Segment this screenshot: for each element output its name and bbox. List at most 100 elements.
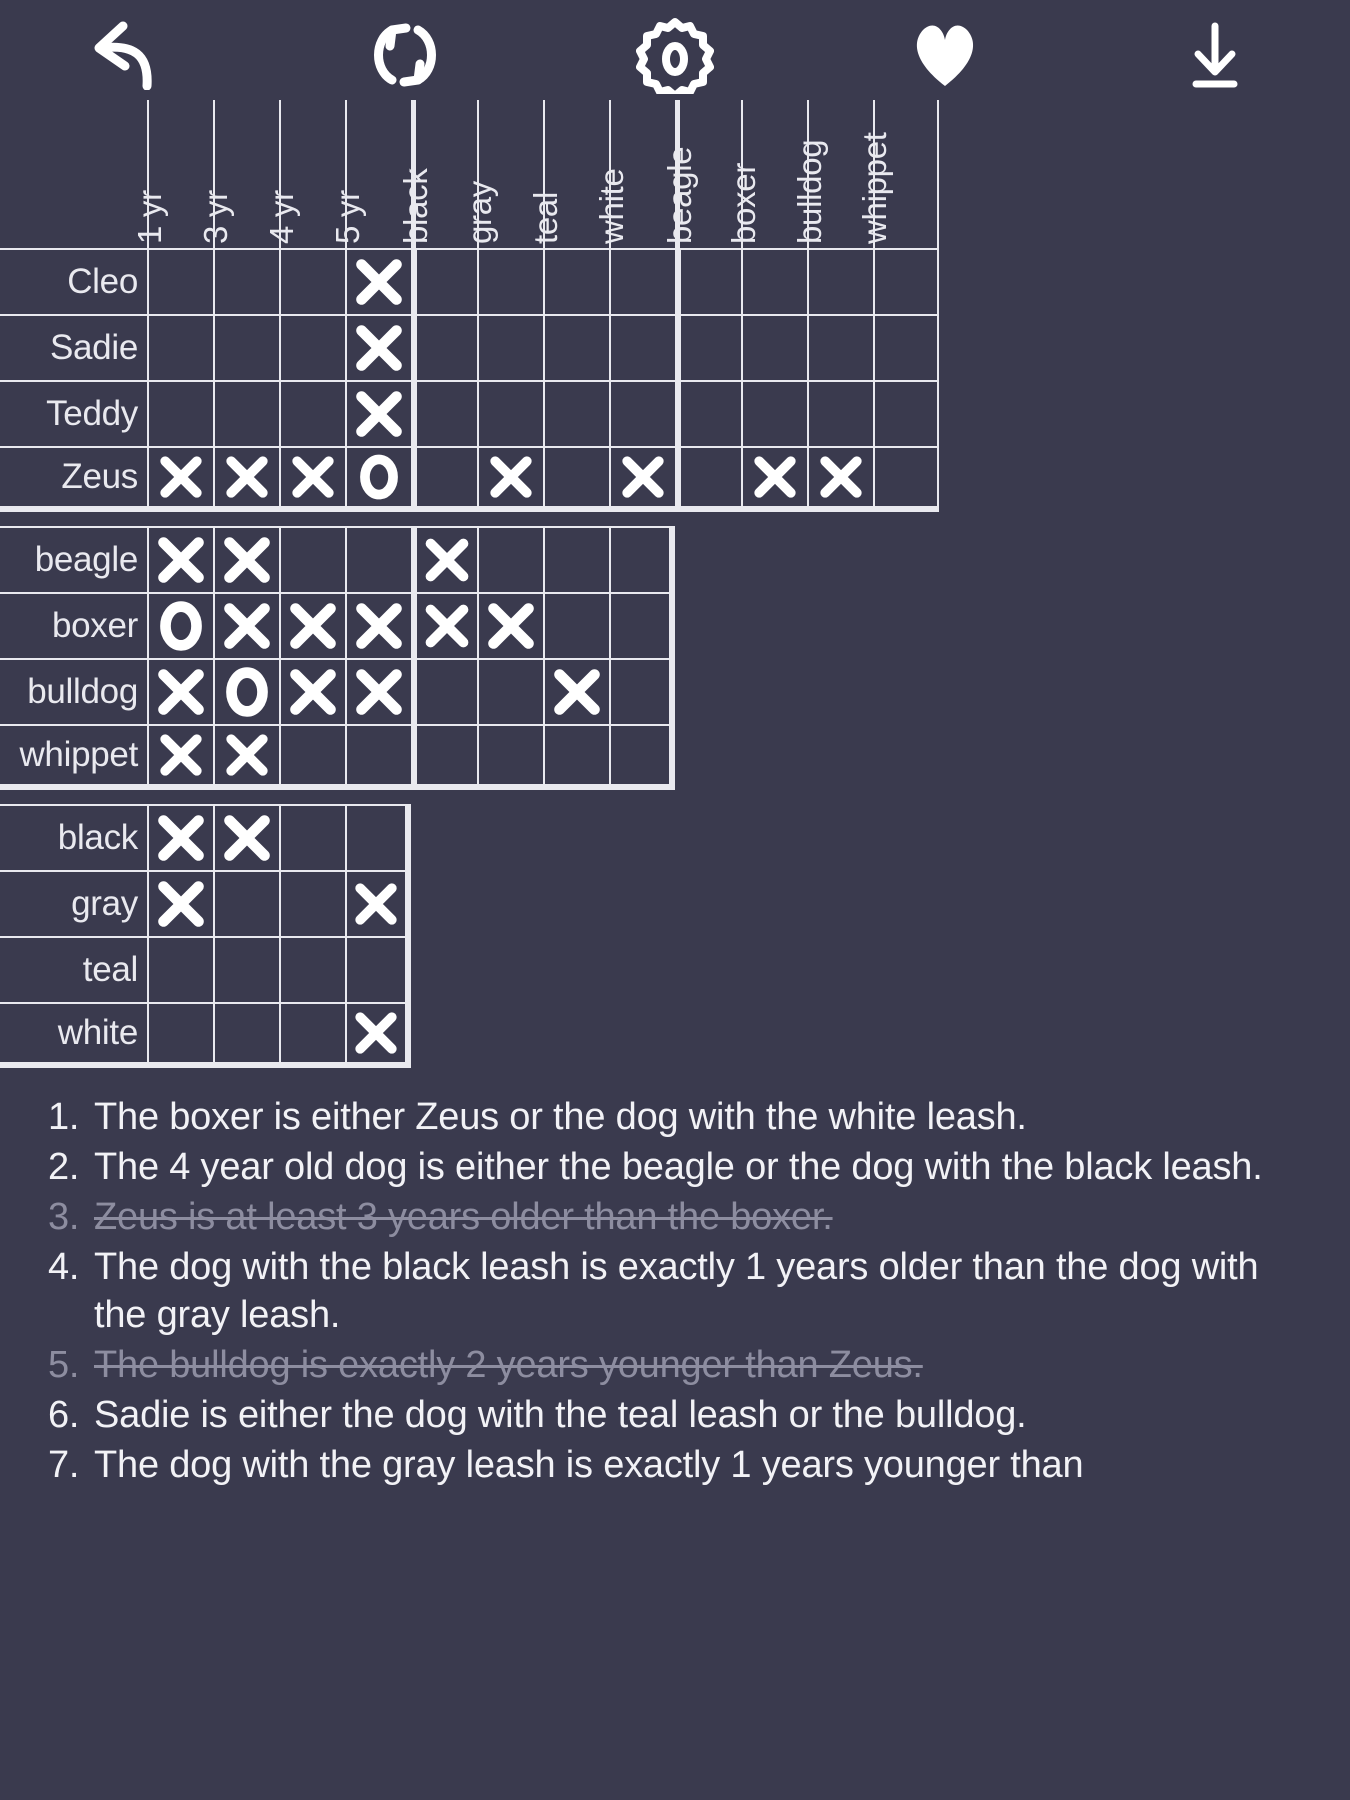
restart-button[interactable] — [270, 0, 540, 110]
cell-Zeus-teal[interactable] — [543, 446, 609, 512]
cell-Zeus-beagle[interactable] — [675, 446, 741, 512]
cell-teal-5 yr[interactable] — [345, 936, 411, 1002]
clue-item[interactable]: 6. Sadie is either the dog with the teal … — [48, 1391, 1318, 1439]
cell-Cleo-teal[interactable] — [543, 248, 609, 314]
cell-boxer-teal[interactable] — [543, 592, 609, 658]
cell-gray-1 yr[interactable] — [147, 870, 213, 936]
clue-item[interactable]: 7. The dog with the gray leash is exactly… — [48, 1441, 1318, 1489]
cell-Sadie-whippet[interactable] — [873, 314, 939, 380]
cell-boxer-1 yr[interactable] — [147, 592, 213, 658]
cell-teal-4 yr[interactable] — [279, 936, 345, 1002]
cell-Cleo-whippet[interactable] — [873, 248, 939, 314]
cell-Cleo-boxer[interactable] — [741, 248, 807, 314]
cell-white-3 yr[interactable] — [213, 1002, 279, 1068]
cell-Zeus-1 yr[interactable] — [147, 446, 213, 512]
cell-whippet-white[interactable] — [609, 724, 675, 790]
cell-bulldog-gray[interactable] — [477, 658, 543, 724]
cell-beagle-black[interactable] — [411, 526, 477, 592]
cell-Cleo-3 yr[interactable] — [213, 248, 279, 314]
clue-item[interactable]: 4. The dog with the black leash is exactl… — [48, 1243, 1318, 1339]
cell-white-4 yr[interactable] — [279, 1002, 345, 1068]
cell-beagle-1 yr[interactable] — [147, 526, 213, 592]
cell-black-5 yr[interactable] — [345, 804, 411, 870]
cell-Teddy-5 yr[interactable] — [345, 380, 411, 446]
cell-Cleo-white[interactable] — [609, 248, 675, 314]
cell-Teddy-black[interactable] — [411, 380, 477, 446]
cell-gray-3 yr[interactable] — [213, 870, 279, 936]
cell-Sadie-boxer[interactable] — [741, 314, 807, 380]
cell-boxer-white[interactable] — [609, 592, 675, 658]
cell-boxer-5 yr[interactable] — [345, 592, 411, 658]
cell-Teddy-gray[interactable] — [477, 380, 543, 446]
cell-Zeus-black[interactable] — [411, 446, 477, 512]
cell-Teddy-bulldog[interactable] — [807, 380, 873, 446]
favorite-button[interactable] — [810, 0, 1080, 110]
cell-Zeus-white[interactable] — [609, 446, 675, 512]
cell-white-5 yr[interactable] — [345, 1002, 411, 1068]
cell-bulldog-4 yr[interactable] — [279, 658, 345, 724]
cell-bulldog-white[interactable] — [609, 658, 675, 724]
cell-beagle-4 yr[interactable] — [279, 526, 345, 592]
cell-Teddy-white[interactable] — [609, 380, 675, 446]
cell-bulldog-teal[interactable] — [543, 658, 609, 724]
cell-black-3 yr[interactable] — [213, 804, 279, 870]
cell-black-4 yr[interactable] — [279, 804, 345, 870]
cell-boxer-4 yr[interactable] — [279, 592, 345, 658]
cell-bulldog-3 yr[interactable] — [213, 658, 279, 724]
cell-beagle-3 yr[interactable] — [213, 526, 279, 592]
cell-Zeus-gray[interactable] — [477, 446, 543, 512]
cell-Teddy-beagle[interactable] — [675, 380, 741, 446]
cell-Zeus-boxer[interactable] — [741, 446, 807, 512]
cell-Sadie-bulldog[interactable] — [807, 314, 873, 380]
cell-boxer-3 yr[interactable] — [213, 592, 279, 658]
cell-Teddy-teal[interactable] — [543, 380, 609, 446]
cell-whippet-4 yr[interactable] — [279, 724, 345, 790]
cell-Cleo-beagle[interactable] — [675, 248, 741, 314]
cell-beagle-5 yr[interactable] — [345, 526, 411, 592]
cell-Cleo-bulldog[interactable] — [807, 248, 873, 314]
cell-whippet-gray[interactable] — [477, 724, 543, 790]
cell-Teddy-boxer[interactable] — [741, 380, 807, 446]
cell-Teddy-4 yr[interactable] — [279, 380, 345, 446]
cell-Sadie-beagle[interactable] — [675, 314, 741, 380]
cell-Zeus-bulldog[interactable] — [807, 446, 873, 512]
cell-Cleo-black[interactable] — [411, 248, 477, 314]
cell-Sadie-4 yr[interactable] — [279, 314, 345, 380]
cell-Sadie-gray[interactable] — [477, 314, 543, 380]
cell-Cleo-4 yr[interactable] — [279, 248, 345, 314]
settings-button[interactable] — [540, 0, 810, 110]
clue-item[interactable]: 3. Zeus is at least 3 years older than th… — [48, 1193, 1318, 1241]
cell-whippet-3 yr[interactable] — [213, 724, 279, 790]
cell-Sadie-white[interactable] — [609, 314, 675, 380]
cell-Sadie-black[interactable] — [411, 314, 477, 380]
cell-Cleo-1 yr[interactable] — [147, 248, 213, 314]
cell-Zeus-3 yr[interactable] — [213, 446, 279, 512]
cell-Sadie-5 yr[interactable] — [345, 314, 411, 380]
cell-Cleo-5 yr[interactable] — [345, 248, 411, 314]
cell-teal-3 yr[interactable] — [213, 936, 279, 1002]
cell-boxer-black[interactable] — [411, 592, 477, 658]
clue-item[interactable]: 2. The 4 year old dog is either the beagl… — [48, 1143, 1318, 1191]
undo-button[interactable] — [0, 0, 270, 110]
cell-bulldog-black[interactable] — [411, 658, 477, 724]
cell-boxer-gray[interactable] — [477, 592, 543, 658]
cell-Sadie-teal[interactable] — [543, 314, 609, 380]
cell-Cleo-gray[interactable] — [477, 248, 543, 314]
download-button[interactable] — [1080, 0, 1350, 110]
cell-Teddy-1 yr[interactable] — [147, 380, 213, 446]
cell-Sadie-3 yr[interactable] — [213, 314, 279, 380]
cell-beagle-gray[interactable] — [477, 526, 543, 592]
cell-bulldog-5 yr[interactable] — [345, 658, 411, 724]
cell-black-1 yr[interactable] — [147, 804, 213, 870]
cell-whippet-1 yr[interactable] — [147, 724, 213, 790]
cell-Zeus-5 yr[interactable] — [345, 446, 411, 512]
cell-whippet-5 yr[interactable] — [345, 724, 411, 790]
cell-whippet-teal[interactable] — [543, 724, 609, 790]
cell-Teddy-whippet[interactable] — [873, 380, 939, 446]
cell-Sadie-1 yr[interactable] — [147, 314, 213, 380]
cell-white-1 yr[interactable] — [147, 1002, 213, 1068]
cell-beagle-white[interactable] — [609, 526, 675, 592]
cell-bulldog-1 yr[interactable] — [147, 658, 213, 724]
cell-teal-1 yr[interactable] — [147, 936, 213, 1002]
cell-Zeus-4 yr[interactable] — [279, 446, 345, 512]
